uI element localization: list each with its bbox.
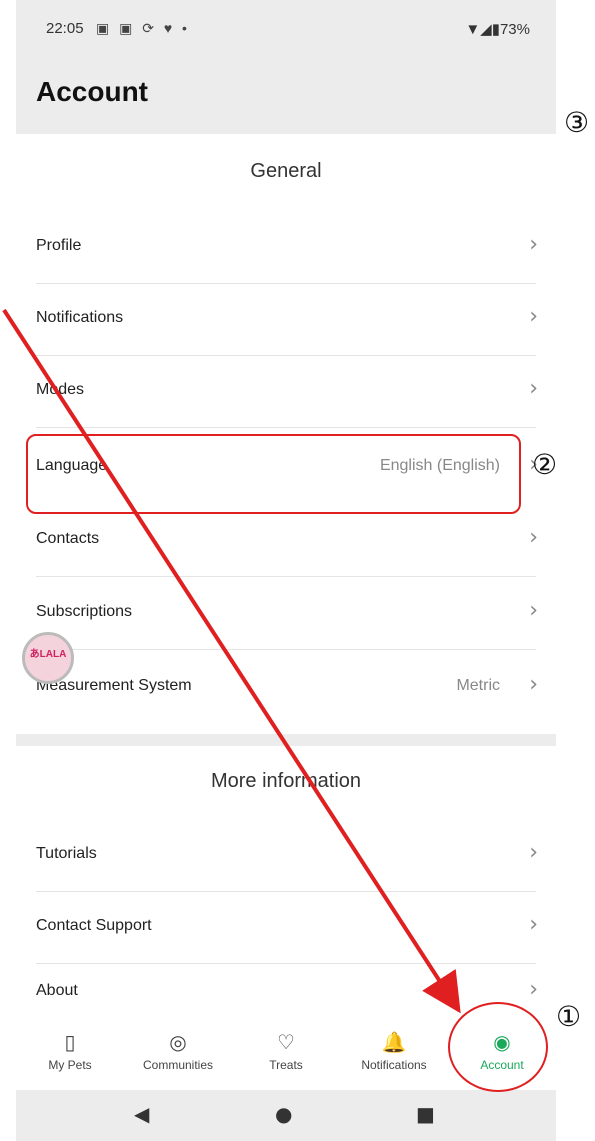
menu-item-modes[interactable]: Modes › bbox=[16, 356, 556, 428]
bell-icon: 🔔 bbox=[381, 1030, 407, 1054]
nav-label: My Pets bbox=[48, 1058, 92, 1072]
divider bbox=[36, 427, 536, 428]
annotation-number-two: ② bbox=[532, 448, 558, 481]
recents-icon[interactable]: ■ bbox=[416, 1102, 435, 1126]
chevron-right-icon: › bbox=[529, 912, 538, 937]
menu-item-label: About bbox=[36, 982, 78, 999]
chevron-right-icon: › bbox=[529, 525, 538, 550]
divider bbox=[36, 576, 536, 577]
communities-icon: ◎ bbox=[169, 1030, 187, 1054]
annotation-highlight-account bbox=[448, 1002, 548, 1092]
nav-treats[interactable]: ♡ Treats bbox=[232, 1030, 340, 1072]
menu-item-contact-support[interactable]: Contact Support › bbox=[16, 892, 556, 964]
floating-logo-badge[interactable]: あLALA bbox=[22, 632, 74, 684]
menu-item-notifications[interactable]: Notifications › bbox=[16, 284, 556, 356]
nav-notifications[interactable]: 🔔 Notifications bbox=[340, 1030, 448, 1072]
annotation-number-three: ③ bbox=[564, 106, 590, 139]
menu-item-label: Notifications bbox=[36, 309, 124, 326]
section-title-more-information: More information bbox=[210, 770, 362, 792]
menu-item-label: Subscriptions bbox=[36, 603, 133, 620]
home-icon[interactable]: ● bbox=[275, 1102, 292, 1126]
status-bar: 22:05 ▣ ▣ ⟳ ♥ • ▼◢▮73% bbox=[16, 0, 556, 62]
page-title: Account bbox=[36, 76, 148, 107]
menu-item-label: Tutorials bbox=[36, 845, 97, 862]
menu-item-tutorials[interactable]: Tutorials › bbox=[16, 820, 556, 892]
divider bbox=[36, 649, 536, 650]
menu-item-label: Profile bbox=[36, 237, 82, 254]
status-time: 22:05 bbox=[46, 20, 84, 37]
menu-item-subscriptions[interactable]: Subscriptions › bbox=[16, 578, 556, 650]
menu-item-profile[interactable]: Profile › bbox=[16, 212, 556, 284]
measurement-value: Metric bbox=[456, 677, 500, 694]
chevron-right-icon: › bbox=[529, 232, 538, 257]
status-signal-battery: ▼◢▮73% bbox=[465, 21, 530, 38]
system-navigation-bar: ◀ ● ■ bbox=[16, 1090, 556, 1141]
app-header: Account bbox=[16, 62, 556, 134]
section-title-general: General bbox=[250, 160, 322, 182]
nav-label: Notifications bbox=[361, 1058, 427, 1072]
annotation-number-one: ① bbox=[556, 1000, 582, 1033]
status-notification-icons: ▣ ▣ ⟳ ♥ • bbox=[96, 20, 190, 36]
menu-item-label: Contact Support bbox=[36, 917, 152, 934]
phone-icon: ▯ bbox=[64, 1030, 76, 1054]
nav-communities[interactable]: ◎ Communities bbox=[124, 1030, 232, 1072]
annotation-highlight-language bbox=[26, 434, 521, 514]
chevron-right-icon: › bbox=[529, 376, 538, 401]
menu-item-measurement-system[interactable]: Measurement System Metric › bbox=[16, 652, 556, 724]
chevron-right-icon: › bbox=[529, 598, 538, 623]
chevron-right-icon: › bbox=[529, 672, 538, 697]
nav-my-pets[interactable]: ▯ My Pets bbox=[16, 1030, 124, 1072]
chevron-right-icon: › bbox=[529, 840, 538, 865]
section-separator bbox=[16, 734, 556, 746]
menu-item-contacts[interactable]: Contacts › bbox=[16, 505, 556, 577]
chevron-right-icon: › bbox=[529, 977, 538, 1002]
menu-item-label: Modes bbox=[36, 381, 85, 398]
back-icon[interactable]: ◀ bbox=[134, 1102, 149, 1126]
heart-icon: ♡ bbox=[277, 1030, 295, 1054]
chevron-right-icon: › bbox=[529, 304, 538, 329]
nav-label: Treats bbox=[269, 1058, 303, 1072]
phone-screen: 22:05 ▣ ▣ ⟳ ♥ • ▼◢▮73% Account General P… bbox=[16, 0, 556, 1141]
menu-item-label: Contacts bbox=[36, 530, 100, 547]
nav-label: Communities bbox=[142, 1058, 214, 1072]
